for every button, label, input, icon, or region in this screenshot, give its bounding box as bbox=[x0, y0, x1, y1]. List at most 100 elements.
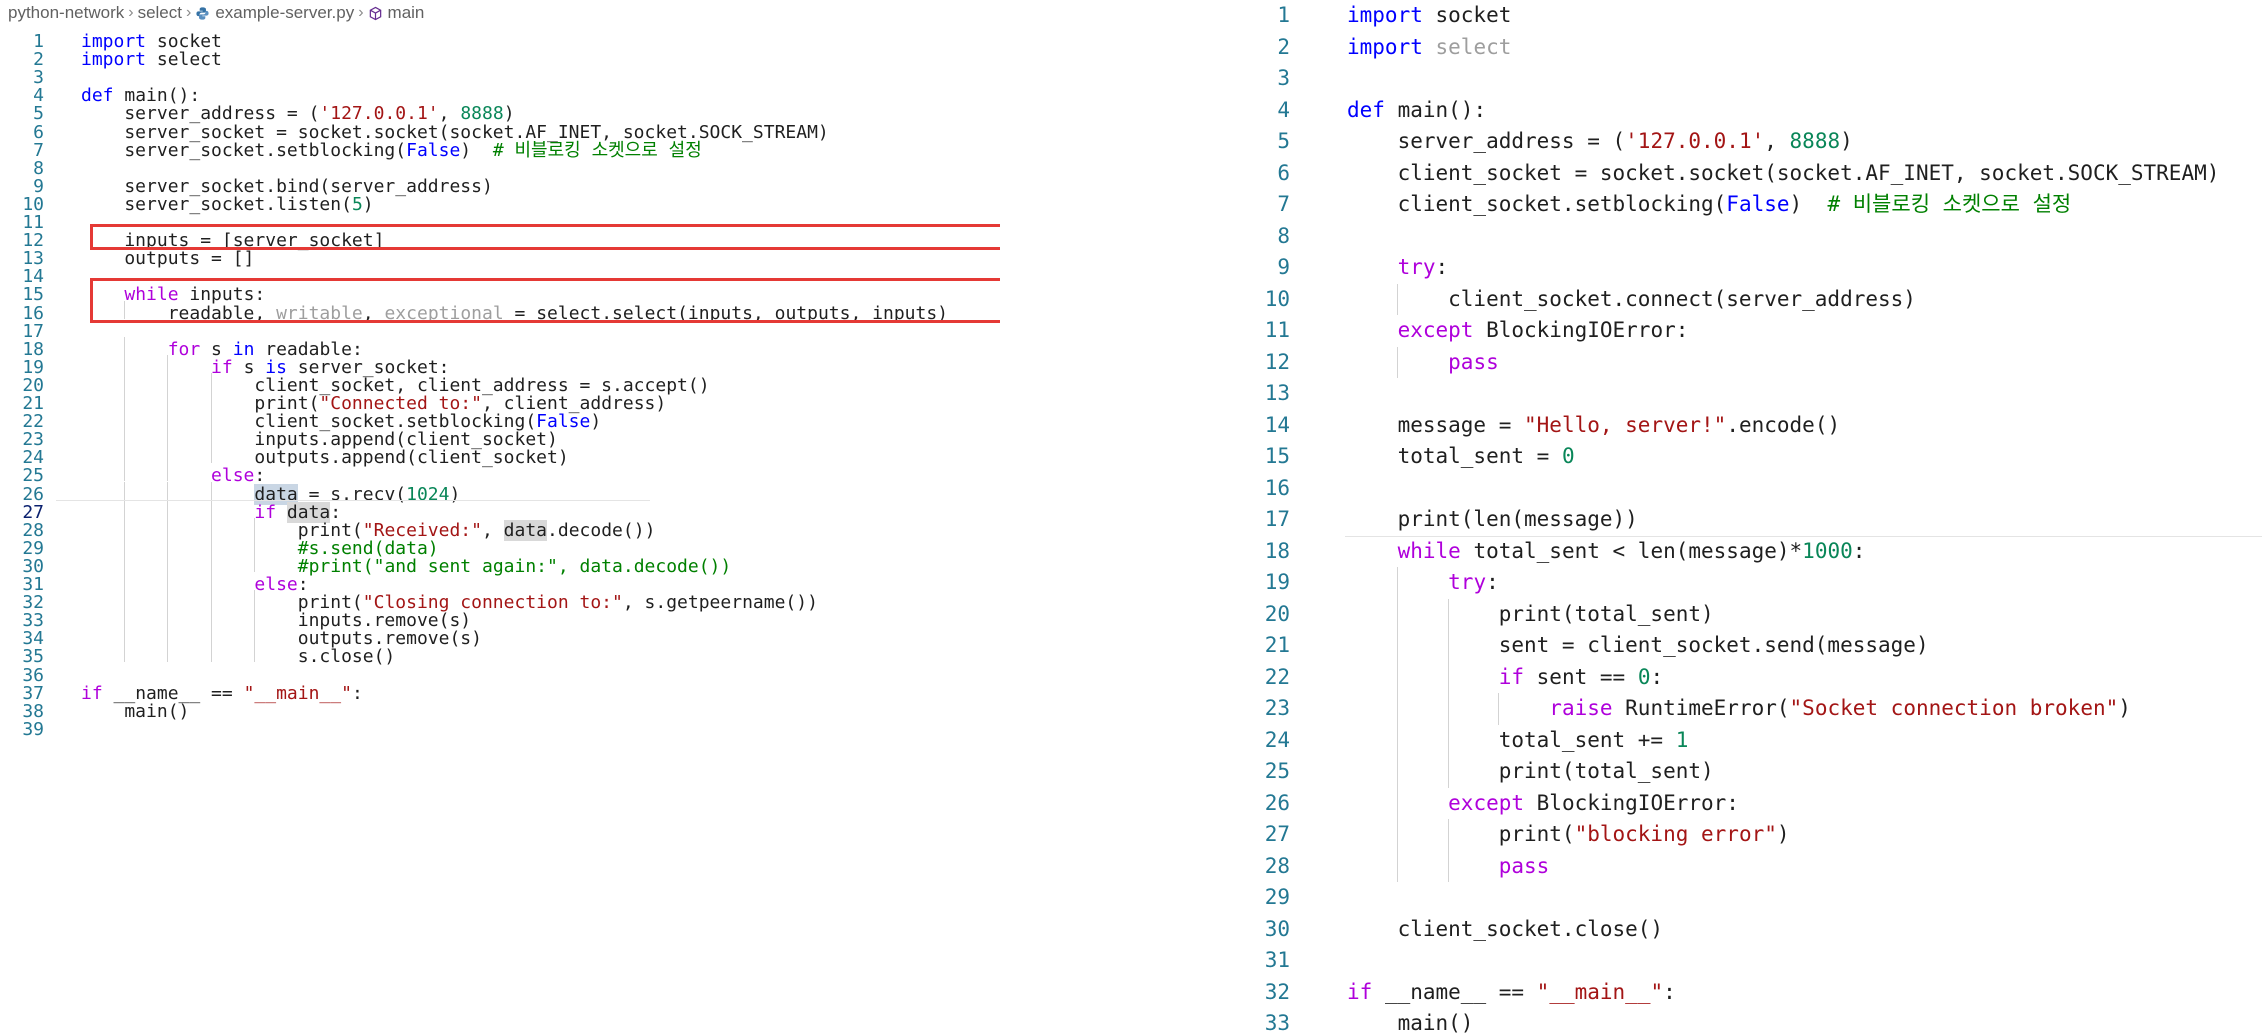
code-text[interactable]: print("blocking error") bbox=[1347, 819, 1790, 851]
code-line[interactable]: 29 bbox=[1245, 882, 2262, 914]
code-line[interactable]: 13 bbox=[1245, 378, 2262, 410]
code-text[interactable]: print(total_sent) bbox=[1347, 756, 1714, 788]
current-line-highlight bbox=[56, 499, 650, 501]
line-number: 28 bbox=[1264, 853, 1290, 878]
code-text[interactable]: sent = client_socket.send(message) bbox=[1347, 630, 1929, 662]
code-text[interactable]: import socket bbox=[1347, 0, 1511, 32]
code-text[interactable]: client_socket.setblocking(False) # 비블로킹 … bbox=[1347, 189, 2072, 221]
code-text[interactable]: print(len(message)) bbox=[1347, 504, 1638, 536]
code-text[interactable]: try: bbox=[1347, 567, 1499, 599]
indent-guide bbox=[253, 644, 255, 663]
code-text[interactable]: pass bbox=[1347, 347, 1499, 379]
code-line[interactable]: 15 total_sent = 0 bbox=[1245, 441, 2262, 473]
code-text[interactable]: except BlockingIOError: bbox=[1347, 315, 1689, 347]
code-text[interactable]: server_address = ('127.0.0.1', 8888) bbox=[1347, 126, 1853, 158]
breadcrumb-file[interactable]: example-server.py bbox=[215, 3, 354, 23]
code-text[interactable]: import select bbox=[1347, 32, 1511, 64]
line-number: 23 bbox=[1264, 696, 1290, 720]
code-line[interactable]: 9 try: bbox=[1245, 252, 2262, 284]
highlight-box bbox=[90, 278, 1000, 323]
indent-guide bbox=[1397, 850, 1399, 882]
code-text[interactable]: except BlockingIOError: bbox=[1347, 788, 1739, 820]
indent-guide bbox=[253, 590, 255, 609]
chevron-right-icon: › bbox=[185, 4, 192, 21]
code-text[interactable]: try: bbox=[1347, 252, 1449, 284]
indent-guide bbox=[167, 535, 169, 554]
python-file-icon bbox=[196, 6, 209, 20]
code-line[interactable]: 31 bbox=[1245, 945, 2262, 977]
indent-guide bbox=[1447, 819, 1449, 851]
indent-guide bbox=[167, 608, 169, 627]
indent-guide bbox=[167, 463, 169, 482]
code-line[interactable]: 3 bbox=[1245, 63, 2262, 95]
code-text[interactable]: raise RuntimeError("Socket connection br… bbox=[1347, 693, 2131, 725]
indent-guide bbox=[253, 535, 255, 554]
code-line[interactable]: 4 def main(): bbox=[1245, 95, 2262, 127]
indent-guide bbox=[1397, 283, 1399, 315]
code-text[interactable]: main() bbox=[1347, 1008, 1474, 1036]
code-text[interactable]: def main(): bbox=[1347, 95, 1486, 127]
symbol-method-icon bbox=[369, 6, 381, 20]
indent-guide bbox=[210, 517, 212, 536]
code-line[interactable]: 39 bbox=[0, 717, 1000, 743]
indent-guide bbox=[1397, 661, 1399, 693]
code-line[interactable]: 5 server_address = ('127.0.0.1', 8888) bbox=[1245, 126, 2262, 158]
code-line[interactable]: 18 while total_sent < len(message)*1000: bbox=[1245, 536, 2262, 568]
line-number: 3 bbox=[1277, 66, 1290, 90]
line-number: 19 bbox=[1264, 570, 1290, 594]
indent-guide bbox=[124, 354, 126, 373]
code-text[interactable]: client_socket.close() bbox=[1347, 914, 1664, 946]
line-number: 32 bbox=[1264, 979, 1290, 1004]
line-number: 5 bbox=[1277, 129, 1290, 153]
indent-guide bbox=[1447, 693, 1449, 725]
code-line[interactable]: 6 client_socket = socket.socket(socket.A… bbox=[1245, 158, 2262, 190]
indent-guide bbox=[210, 391, 212, 410]
indent-guide bbox=[1397, 724, 1399, 756]
indent-guide bbox=[210, 409, 212, 428]
code-line[interactable]: 30 client_socket.close() bbox=[1245, 914, 2262, 946]
code-line[interactable]: 1 import socket bbox=[1245, 0, 2262, 32]
code-text[interactable]: total_sent = 0 bbox=[1347, 441, 1575, 473]
indent-guide bbox=[124, 553, 126, 572]
left-editor-pane[interactable]: python-network › select › example-server… bbox=[0, 0, 1000, 1036]
code-line[interactable]: 17 print(len(message)) bbox=[1245, 504, 2262, 536]
indent-guide bbox=[167, 553, 169, 572]
indent-guide bbox=[1447, 630, 1449, 662]
code-text[interactable]: print(total_sent) bbox=[1347, 599, 1714, 631]
code-text[interactable]: if __name__ == "__main__": bbox=[1347, 977, 1676, 1009]
code-text[interactable]: while total_sent < len(message)*1000: bbox=[1347, 536, 1866, 568]
code-line[interactable]: 7 client_socket.setblocking(False) # 비블로… bbox=[1245, 189, 2262, 221]
code-text[interactable]: client_socket.connect(server_address) bbox=[1347, 284, 1916, 316]
code-line[interactable]: 8 bbox=[1245, 221, 2262, 253]
indent-guide bbox=[210, 572, 212, 591]
code-line[interactable]: 2 import select bbox=[1245, 32, 2262, 64]
indent-guide bbox=[167, 391, 169, 410]
line-number: 18 bbox=[1264, 538, 1290, 563]
breadcrumb-symbol[interactable]: main bbox=[388, 3, 425, 23]
indent-guide bbox=[124, 372, 126, 391]
code-text[interactable]: client_socket = socket.socket(socket.AF_… bbox=[1347, 158, 2220, 190]
indent-guide bbox=[1498, 693, 1500, 725]
indent-guide bbox=[167, 354, 169, 373]
indent-guide bbox=[210, 608, 212, 627]
line-number: 17 bbox=[1264, 507, 1290, 531]
code-text[interactable]: if sent == 0: bbox=[1347, 662, 1663, 694]
code-line[interactable]: 33 main() bbox=[1245, 1008, 2262, 1036]
line-number: 15 bbox=[1264, 444, 1290, 468]
line-number: 21 bbox=[1264, 633, 1290, 657]
indent-guide bbox=[1397, 819, 1399, 851]
code-line[interactable]: 14 message = "Hello, server!".encode() bbox=[1245, 410, 2262, 442]
indent-guide bbox=[210, 427, 212, 446]
code-text[interactable]: message = "Hello, server!".encode() bbox=[1347, 410, 1841, 442]
indent-guide bbox=[210, 535, 212, 554]
right-editor-pane[interactable]: 1 import socket 2 import select 3 4 def main()… bbox=[1245, 0, 2262, 1036]
line-number: 39 bbox=[22, 718, 44, 740]
code-line[interactable]: 11 except BlockingIOError: bbox=[1245, 315, 2262, 347]
breadcrumb-folder-python-network[interactable]: python-network bbox=[8, 3, 124, 23]
code-line[interactable]: 32 if __name__ == "__main__": bbox=[1245, 977, 2262, 1009]
indent-guide bbox=[1447, 724, 1449, 756]
breadcrumb-folder-select[interactable]: select bbox=[138, 3, 182, 23]
indent-guide bbox=[167, 427, 169, 446]
indent-guide bbox=[210, 626, 212, 645]
code-line[interactable]: 16 bbox=[1245, 473, 2262, 505]
